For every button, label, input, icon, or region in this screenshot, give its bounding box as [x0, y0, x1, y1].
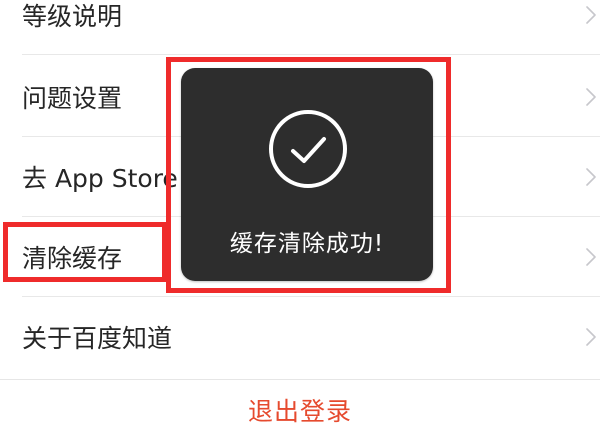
settings-item-label: 问题设置 [22, 84, 123, 113]
settings-item-about[interactable]: 关于百度知道 [0, 297, 600, 377]
chevron-right-icon [586, 328, 596, 346]
logout-label: 退出登录 [247, 397, 352, 426]
chevron-right-icon [586, 168, 596, 186]
settings-item-level-description[interactable]: 等级说明 [0, 0, 600, 55]
toast: 缓存清除成功! [181, 68, 433, 281]
row-divider [22, 54, 600, 55]
logout-button[interactable]: 退出登录 [0, 380, 600, 440]
settings-item-label: 等级说明 [22, 2, 123, 31]
settings-item-label: 清除缓存 [22, 244, 123, 273]
chevron-right-icon [586, 88, 596, 106]
settings-item-label: 关于百度知道 [22, 324, 173, 353]
chevron-right-icon [586, 248, 596, 266]
toast-message: 缓存清除成功! [229, 231, 385, 257]
check-circle-icon [269, 110, 347, 188]
chevron-right-icon [586, 6, 596, 24]
